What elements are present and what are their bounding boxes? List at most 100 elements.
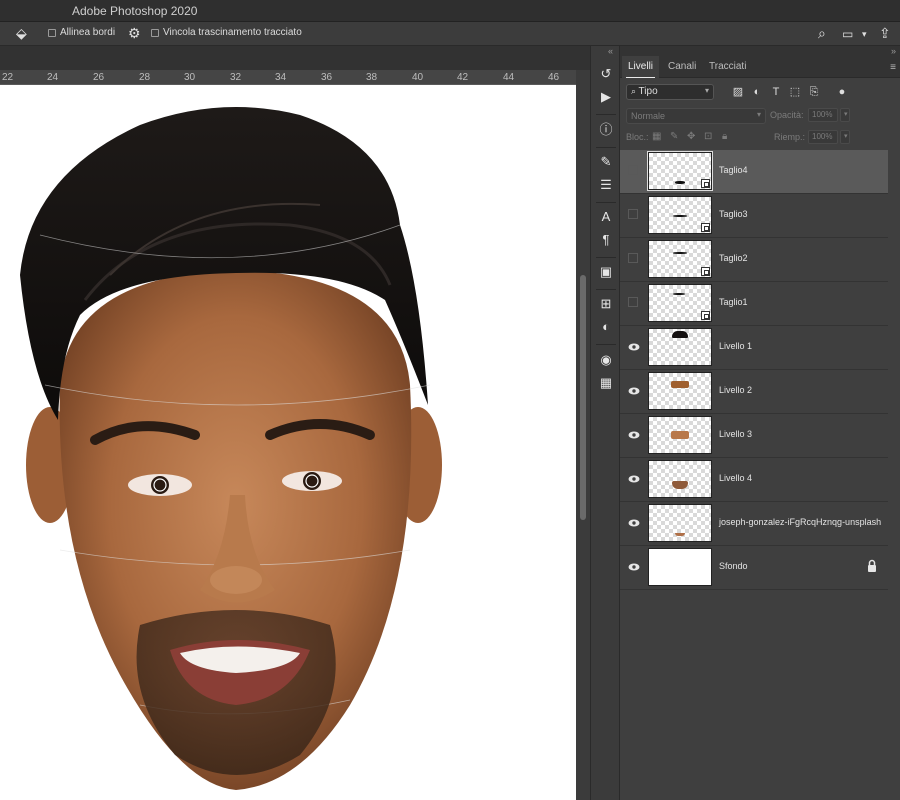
layer-row[interactable]: Taglio4 <box>620 150 888 194</box>
lock-transparent-icon[interactable]: ▦ <box>652 131 661 142</box>
ruler-tick: 28 <box>139 72 151 83</box>
move-tool-options-icon[interactable]: ⬙ <box>16 25 27 42</box>
adjustments-icon[interactable]: ◐ <box>598 319 614 335</box>
collapse-left-icon[interactable]: « <box>608 46 613 56</box>
document-tab-row <box>0 46 590 70</box>
fill-chevron-icon[interactable]: ▾ <box>840 130 850 144</box>
visibility-toggle[interactable] <box>628 165 638 175</box>
info-icon[interactable]: ⓘ <box>598 122 614 138</box>
constrain-path-label: Vincola trascinamento tracciato <box>163 27 302 38</box>
align-edges-checkbox[interactable] <box>48 28 56 37</box>
tab-livelli[interactable]: Livelli <box>622 56 660 78</box>
horizontal-ruler: 22 24 26 28 30 32 34 36 38 40 42 44 46 <box>0 70 576 85</box>
layer-row[interactable]: Sfondo <box>620 546 888 590</box>
divider <box>596 289 616 290</box>
layer-row[interactable]: Taglio2 <box>620 238 888 282</box>
layer-row[interactable]: Livello 3 <box>620 414 888 458</box>
layer-row[interactable]: Livello 1 <box>620 326 888 370</box>
ruler-tick: 44 <box>503 72 515 83</box>
ruler-tick: 46 <box>548 72 560 83</box>
panel-collapse-bar[interactable]: « » <box>608 46 900 56</box>
lock-image-icon[interactable]: ✎ <box>670 131 678 142</box>
paragraph-icon[interactable]: ¶ <box>598 232 614 248</box>
pixel-filter-icon[interactable]: ▨ <box>731 85 745 99</box>
layer-name: Taglio3 <box>719 209 748 219</box>
layer-thumbnail <box>648 548 712 586</box>
filter-kind-select[interactable]: ⌕ Tipo ▾ <box>626 84 714 100</box>
brush-settings-icon[interactable]: ✎ <box>598 154 614 170</box>
adjustment-filter-icon[interactable]: ◐ <box>750 85 764 99</box>
ruler-tick: 22 <box>2 72 14 83</box>
swatches-icon[interactable]: ◉ <box>598 352 614 368</box>
smart-object-filter-icon[interactable]: ⎘ <box>807 85 821 99</box>
app-title: Adobe Photoshop 2020 <box>72 4 198 18</box>
divider <box>596 114 616 115</box>
blend-mode-select[interactable]: Normale ▾ <box>626 108 766 124</box>
history-icon[interactable]: ↺ <box>598 66 614 82</box>
search-icon[interactable]: ⌕ <box>818 25 826 42</box>
fill-label: Riemp.: <box>774 132 806 142</box>
layer-row[interactable]: Livello 2 <box>620 370 888 414</box>
collapse-right-icon[interactable]: » <box>891 46 896 56</box>
tab-tracciati[interactable]: Tracciati <box>703 56 752 78</box>
layer-row[interactable]: Taglio1 <box>620 282 888 326</box>
chevron-down-icon: ▾ <box>756 110 761 119</box>
ruler-tick: 40 <box>412 72 424 83</box>
share-icon[interactable]: ⇪ <box>879 25 891 42</box>
eye-icon[interactable] <box>628 561 640 573</box>
lock-position-icon[interactable]: ✥ <box>687 131 695 142</box>
face-portrait-image <box>20 107 442 790</box>
eye-icon[interactable] <box>628 341 640 353</box>
fill-field[interactable]: 100% <box>808 130 838 144</box>
workspace-icon[interactable]: ▭ <box>842 27 853 41</box>
eye-icon[interactable] <box>628 385 640 397</box>
gear-icon[interactable]: ⚙ <box>128 25 141 42</box>
layer-name: Livello 1 <box>719 341 753 351</box>
opacity-field[interactable]: 100% <box>808 108 838 122</box>
constrain-path-option[interactable]: Vincola trascinamento tracciato <box>151 27 302 38</box>
lock-all-icon[interactable]: 🔒︎ <box>722 131 727 142</box>
title-bar: Adobe Photoshop 2020 <box>0 0 900 22</box>
document-canvas[interactable] <box>0 85 576 800</box>
shape-filter-icon[interactable]: ⬚ <box>788 85 802 99</box>
layer-row[interactable]: Livello 4 <box>620 458 888 502</box>
panel-menu-icon[interactable]: ≡ <box>890 62 896 73</box>
adjustments-sliders-icon[interactable]: ☰ <box>598 177 614 193</box>
smart-object-icon <box>701 267 710 276</box>
character-icon[interactable]: A <box>598 209 614 225</box>
ruler-tick: 42 <box>457 72 469 83</box>
layer-row[interactable]: joseph-gonzalez-iFgRcqHznqg-unsplash <box>620 502 888 546</box>
properties-icon[interactable]: ⊞ <box>598 296 614 312</box>
layer-thumbnail <box>648 284 712 322</box>
lock-artboard-icon[interactable]: ⊡ <box>704 131 712 142</box>
filter-toggle-icon[interactable]: ● <box>835 85 849 99</box>
visibility-toggle[interactable] <box>628 297 638 307</box>
chevron-down-icon[interactable]: ▾ <box>862 29 867 40</box>
vertical-scrollbar[interactable] <box>576 70 590 800</box>
smart-object-icon <box>701 223 710 232</box>
layer-row[interactable]: Taglio3 <box>620 194 888 238</box>
type-filter-icon[interactable]: T <box>769 85 783 99</box>
ruler-tick: 26 <box>93 72 105 83</box>
tab-canali[interactable]: Canali <box>662 56 702 78</box>
eye-icon[interactable] <box>628 429 640 441</box>
constrain-path-checkbox[interactable] <box>151 28 159 37</box>
align-edges-option[interactable]: Allinea bordi <box>48 27 115 38</box>
layer-name: joseph-gonzalez-iFgRcqHznqg-unsplash <box>719 517 882 527</box>
layer-name: Taglio2 <box>719 253 748 263</box>
opacity-label: Opacità: <box>770 110 804 120</box>
layer-thumbnail <box>648 328 712 366</box>
visibility-toggle[interactable] <box>628 209 638 219</box>
ruler-tick: 38 <box>366 72 378 83</box>
libraries-icon[interactable]: ▣ <box>598 264 614 280</box>
opacity-chevron-icon[interactable]: ▾ <box>840 108 850 122</box>
visibility-toggle[interactable] <box>628 253 638 263</box>
scrollbar-thumb[interactable] <box>580 275 586 520</box>
table-icon[interactable]: ▦ <box>598 375 614 391</box>
eye-icon[interactable] <box>628 517 640 529</box>
filter-kind-value: Tipo <box>638 86 658 97</box>
panel-tabs: Livelli Canali Tracciati ≡ <box>620 56 900 78</box>
layer-thumbnail <box>648 460 712 498</box>
actions-play-icon[interactable]: ▶ <box>598 89 614 105</box>
eye-icon[interactable] <box>628 473 640 485</box>
